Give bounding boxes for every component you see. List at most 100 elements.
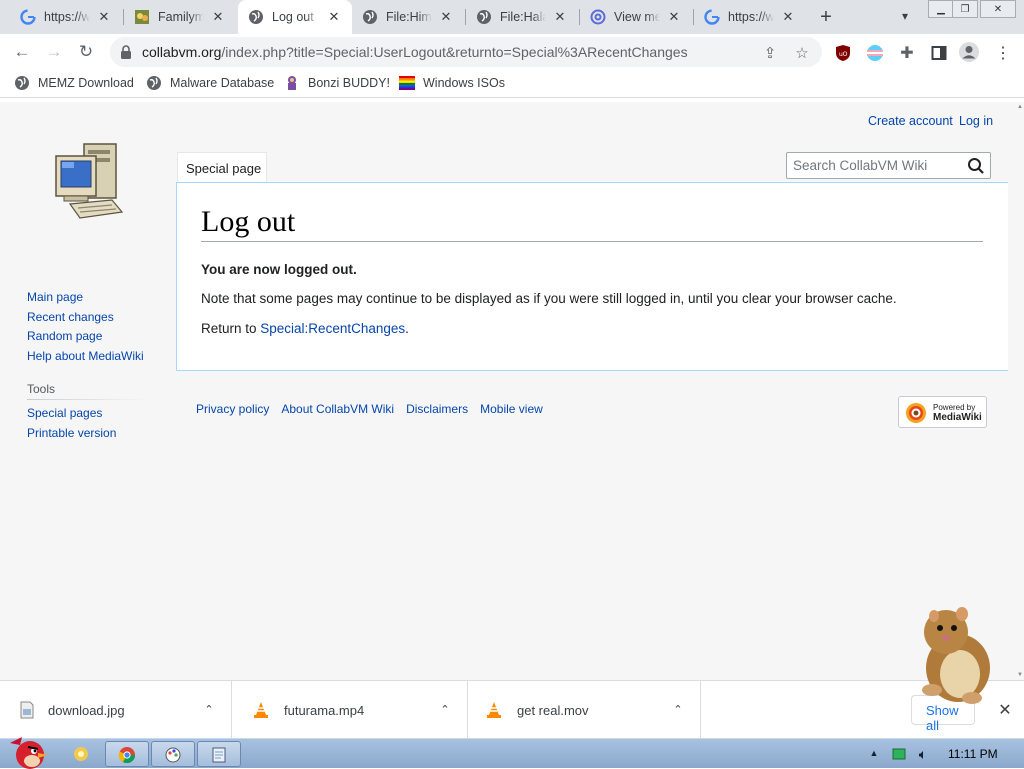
chevron-up-icon[interactable]: ⌃	[670, 701, 686, 717]
tab-strip: https://w ✕ Familyma ✕ Log out ✕ File:Hi…	[0, 0, 1024, 34]
page-scrollbar[interactable]: ▲ ▼	[1016, 102, 1024, 680]
close-window-icon[interactable]: ✕	[980, 0, 1016, 18]
tab-1[interactable]: https://w ✕	[10, 0, 122, 34]
url-path: /index.php?title=Special:UserLogout&retu…	[221, 44, 688, 60]
tab-search-chevron-icon[interactable]: ▾	[895, 6, 915, 26]
close-tab-icon[interactable]: ✕	[666, 9, 682, 25]
family-favicon-icon	[134, 9, 150, 25]
return-prefix: Return to	[201, 321, 261, 336]
taskbar-notepad-button[interactable]	[197, 741, 241, 767]
browser-toolbar: ← → ↻ collabvm.org/index.php?title=Speci…	[0, 34, 1024, 70]
close-tab-icon[interactable]: ✕	[780, 9, 796, 25]
create-account-link[interactable]: Create account	[868, 114, 953, 128]
tab-6[interactable]: View me ✕	[580, 0, 692, 34]
download-item[interactable]: get real.mov ⌃	[469, 681, 701, 739]
bookmark-star-icon[interactable]: ☆	[792, 43, 812, 63]
taskbar-chrome-button[interactable]	[105, 741, 149, 767]
scroll-down-arrow-icon[interactable]: ▼	[1017, 672, 1023, 678]
minimize-window-icon[interactable]: ▁	[928, 0, 954, 18]
globe-icon	[14, 75, 30, 91]
download-item[interactable]: download.jpg ⌃	[0, 681, 232, 739]
recent-changes-link[interactable]: Special:RecentChanges	[260, 321, 405, 336]
folder-quicklaunch-icon[interactable]	[72, 745, 90, 763]
search-input[interactable]: Search CollabVM Wiki	[786, 152, 991, 179]
bonzi-icon	[284, 75, 300, 91]
side-panel-icon[interactable]	[928, 42, 950, 64]
clock[interactable]: 11:11 PM	[948, 747, 998, 761]
reload-icon[interactable]: ↻	[74, 41, 98, 63]
nav-help[interactable]: Help about MediaWiki	[27, 347, 144, 367]
tab-2[interactable]: Familyma ✕	[124, 0, 236, 34]
tab-5[interactable]: File:Halal ✕	[466, 0, 578, 34]
svg-text:uO: uO	[839, 51, 848, 58]
ublock-shield-icon[interactable]: uO	[832, 42, 854, 64]
tab-title: https://w	[44, 10, 90, 24]
angry-bird-start-icon[interactable]	[4, 733, 54, 769]
volume-icon[interactable]: 🔈︎	[914, 745, 932, 763]
close-tab-icon[interactable]: ✕	[438, 9, 454, 25]
new-tab-plus-icon[interactable]: +	[814, 5, 838, 29]
close-tab-icon[interactable]: ✕	[326, 9, 342, 25]
notepad-icon	[210, 746, 228, 764]
collabvm-computer-logo[interactable]	[50, 140, 126, 226]
extensions-puzzle-icon[interactable]: ✚	[896, 42, 918, 64]
back-arrow-icon[interactable]: ←	[10, 41, 34, 63]
close-tab-icon[interactable]: ✕	[552, 9, 568, 25]
address-bar[interactable]: collabvm.org/index.php?title=Special:Use…	[110, 37, 822, 67]
bookmark-memz[interactable]: MEMZ Download	[14, 75, 134, 91]
tools-printable-version[interactable]: Printable version	[27, 424, 116, 444]
globe-icon	[146, 75, 162, 91]
restore-window-icon[interactable]: ❐	[952, 0, 978, 18]
nav-main-page[interactable]: Main page	[27, 288, 144, 308]
footer-about[interactable]: About CollabVM Wiki	[281, 402, 394, 416]
navigation-portal: Main page Recent changes Random page Hel…	[27, 288, 144, 366]
rainbow-flag-icon	[399, 75, 415, 91]
scroll-up-arrow-icon[interactable]: ▲	[1017, 104, 1023, 110]
bookmark-bonzi-buddy[interactable]: Bonzi BUDDY!	[284, 75, 390, 91]
forward-arrow-icon[interactable]: →	[42, 41, 66, 63]
close-shelf-icon[interactable]: ✕	[996, 701, 1014, 719]
hamster-desktop-buddy[interactable]	[910, 602, 996, 706]
network-tray-icon[interactable]	[892, 747, 906, 761]
log-in-link[interactable]: Log in	[959, 114, 993, 128]
tab-special-page[interactable]: Special page	[177, 152, 267, 184]
chevron-up-icon[interactable]: ⌃	[201, 701, 217, 717]
lock-icon[interactable]	[120, 45, 132, 59]
return-line: Return to Special:RecentChanges.	[201, 321, 409, 336]
return-suffix: .	[405, 321, 409, 336]
tools-special-pages[interactable]: Special pages	[27, 404, 116, 424]
bookmark-windows-isos[interactable]: Windows ISOs	[399, 75, 505, 91]
bookmark-label: MEMZ Download	[38, 76, 134, 90]
bookmark-malware-database[interactable]: Malware Database	[146, 75, 274, 91]
nav-recent-changes[interactable]: Recent changes	[27, 308, 144, 328]
close-tab-icon[interactable]: ✕	[210, 9, 226, 25]
tab-7[interactable]: https://w ✕	[694, 0, 806, 34]
nav-random-page[interactable]: Random page	[27, 327, 144, 347]
tab-title: Log out	[272, 10, 314, 24]
mediawiki-sunflower-icon	[905, 402, 927, 424]
windows-taskbar: ▲ 🔈︎ 11:11 PM	[0, 737, 1024, 769]
profile-avatar-icon[interactable]	[958, 41, 980, 63]
share-icon[interactable]: ⇪	[760, 43, 780, 63]
at-sign-icon	[590, 9, 606, 25]
footer-privacy-policy[interactable]: Privacy policy	[196, 402, 269, 416]
footer-disclaimers[interactable]: Disclaimers	[406, 402, 468, 416]
footer-links: Privacy policy About CollabVM Wiki Discl…	[196, 402, 543, 416]
tab-4[interactable]: File:Him/ ✕	[352, 0, 464, 34]
powered-by-mediawiki-badge[interactable]: Powered by MediaWiki	[898, 396, 987, 428]
bookmark-label: Windows ISOs	[423, 76, 505, 90]
taskbar-app-button[interactable]	[151, 741, 195, 767]
download-item[interactable]: futurama.mp4 ⌃	[236, 681, 468, 739]
search-icon[interactable]	[967, 157, 985, 175]
kebab-menu-icon[interactable]: ⋮	[992, 42, 1014, 64]
tools-divider	[27, 399, 147, 400]
chevron-up-icon[interactable]: ⌃	[437, 701, 453, 717]
url-text[interactable]: collabvm.org/index.php?title=Special:Use…	[142, 44, 688, 60]
tray-expand-icon[interactable]: ▲	[868, 747, 880, 759]
close-tab-icon[interactable]: ✕	[96, 9, 112, 25]
tab-3-active[interactable]: Log out ✕	[238, 0, 352, 34]
vlc-cone-icon	[252, 701, 270, 719]
bookmark-label: Bonzi BUDDY!	[308, 76, 390, 90]
footer-mobile-view[interactable]: Mobile view	[480, 402, 543, 416]
pride-extension-icon[interactable]	[864, 42, 886, 64]
